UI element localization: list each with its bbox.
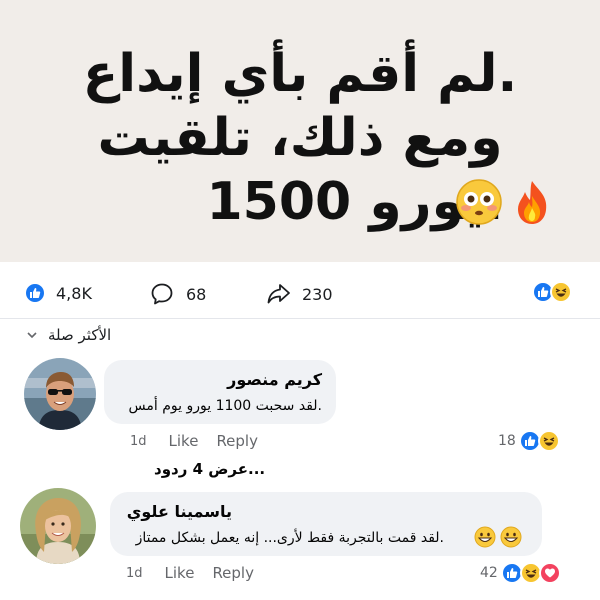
comments-stat[interactable]: 68 — [150, 282, 206, 306]
sort-label: الأكثر صلة — [48, 326, 112, 344]
post-stats-bar: 4,8K 68 230 — [0, 268, 600, 319]
comment-emojis — [474, 526, 522, 548]
reaction-count: 42 — [480, 565, 498, 581]
comment-bubble: كريم منصور .لقد سحبت 1100 يورو يوم أمس — [104, 360, 336, 424]
shares-count: 230 — [302, 284, 333, 304]
view-replies-link[interactable]: ...عرض 4 ردود — [154, 460, 265, 478]
like-link[interactable]: Like — [165, 564, 195, 582]
avatar[interactable] — [20, 488, 96, 564]
haha-reaction-icon — [537, 430, 560, 452]
likes-count: 4,8K — [56, 283, 92, 303]
comment-time[interactable]: 1d — [130, 434, 147, 449]
comment-actions: 1d Like Reply — [130, 432, 276, 450]
shares-stat[interactable]: 230 — [266, 282, 333, 306]
comment-actions: 1d Like Reply — [126, 564, 272, 582]
commenter-name[interactable]: ياسمينا علوي — [127, 502, 232, 521]
comment-bubble: ياسمينا علوي .لقد قمت بالتجربة فقط لأرى.… — [110, 492, 542, 556]
fire-icon — [518, 181, 547, 224]
love-reaction-icon — [538, 562, 561, 584]
flushed-face-icon — [456, 179, 502, 225]
post-reactions[interactable] — [532, 281, 572, 303]
reply-link[interactable]: Reply — [212, 564, 254, 582]
haha-reaction-icon — [550, 281, 572, 303]
likes-stat[interactable]: 4,8K — [24, 282, 92, 304]
reply-link[interactable]: Reply — [216, 432, 258, 450]
comment-reactions[interactable]: 42 — [480, 562, 561, 584]
like-link[interactable]: Like — [169, 432, 199, 450]
like-icon — [24, 282, 46, 304]
comment-sort-dropdown[interactable]: الأكثر صلة — [26, 326, 111, 344]
chevron-down-icon — [27, 332, 37, 339]
comment-text: .لقد قمت بالتجربة فقط لأرى... إنه يعمل ب… — [135, 530, 444, 546]
headline-line-2: ومع ذلك، تلقيت — [97, 108, 503, 168]
headline-line-3: .يورو 1500 — [206, 172, 504, 232]
comment-text: .لقد سحبت 1100 يورو يوم أمس — [128, 398, 322, 414]
share-icon — [267, 284, 290, 304]
comments-count: 68 — [186, 284, 207, 304]
grinning-face-icon — [500, 526, 522, 548]
post-image: .لم أقم بأي إيداع ومع ذلك، تلقيت .يورو 1… — [0, 0, 600, 262]
commenter-name[interactable]: كريم منصور — [227, 370, 322, 389]
avatar[interactable] — [24, 358, 96, 430]
grinning-face-icon — [474, 526, 496, 548]
comment-reactions[interactable]: 18 — [498, 430, 560, 452]
comment-icon — [151, 283, 173, 305]
reaction-count: 18 — [498, 433, 516, 449]
comment-time[interactable]: 1d — [126, 566, 143, 581]
headline-line-1: .لم أقم بأي إيداع — [82, 44, 518, 104]
